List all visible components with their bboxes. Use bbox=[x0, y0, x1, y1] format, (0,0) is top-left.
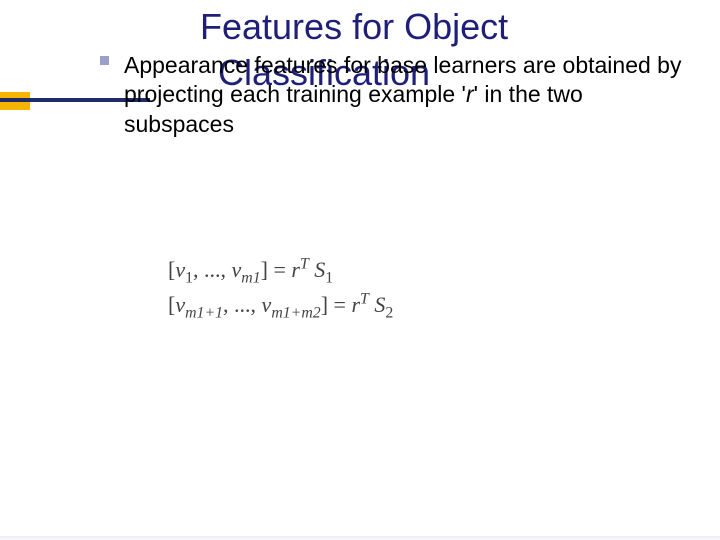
eq-var-S: S bbox=[314, 257, 325, 282]
equation-block: [v1, ..., vm1] = rT S1 [vm1+1, ..., vm1+… bbox=[168, 252, 393, 322]
eq-var-r: r bbox=[291, 257, 300, 282]
equation-2: [vm1+1, ..., vm1+m2] = rT S2 bbox=[168, 287, 393, 322]
bullet-square-icon bbox=[100, 56, 109, 65]
bottom-bar bbox=[0, 536, 720, 540]
eq-sub-1: 1 bbox=[185, 269, 193, 286]
eq-var-S: S bbox=[374, 292, 385, 317]
body-text: Appearance features for base learners ar… bbox=[124, 51, 684, 139]
eq-var-v: v bbox=[262, 292, 272, 317]
eq-equals: = bbox=[268, 257, 291, 282]
equation-1: [v1, ..., vm1] = rT S1 bbox=[168, 252, 393, 287]
eq-sub-m1p1: m1+1 bbox=[185, 305, 223, 322]
eq-bracket-close: ] bbox=[321, 292, 328, 317]
eq-sub-m1pm2: m1+m2 bbox=[271, 305, 320, 322]
eq-sep: , ..., bbox=[193, 257, 232, 282]
eq-sup-T: T bbox=[300, 256, 309, 273]
eq-var-r: r bbox=[351, 292, 360, 317]
eq-bracket-close: ] bbox=[261, 257, 268, 282]
body-text-pre: Appearance features for base learners ar… bbox=[124, 52, 681, 107]
eq-sub-S1: 1 bbox=[325, 269, 333, 286]
eq-sup-T: T bbox=[360, 291, 369, 308]
eq-var-v: v bbox=[175, 257, 185, 282]
eq-sep: , ..., bbox=[223, 292, 262, 317]
slide-title-line1: Features for Object bbox=[200, 6, 508, 48]
eq-sub-S2: 2 bbox=[385, 305, 393, 322]
body-text-var: r bbox=[466, 81, 474, 107]
eq-var-v: v bbox=[175, 292, 185, 317]
eq-var-v: v bbox=[232, 257, 242, 282]
eq-sub-m1: m1 bbox=[241, 269, 260, 286]
eq-equals: = bbox=[328, 292, 351, 317]
